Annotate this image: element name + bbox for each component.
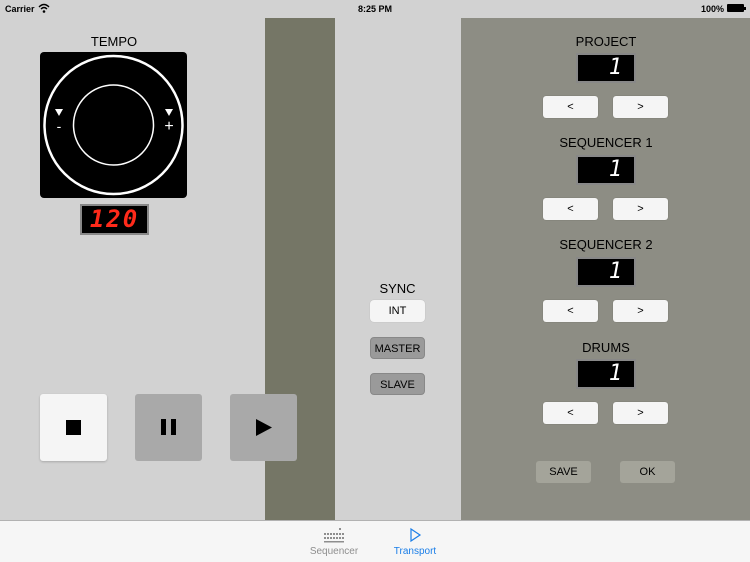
tab-transport[interactable]: Transport [380, 527, 450, 557]
sequencer1-label: SEQUENCER 1 [559, 135, 653, 150]
sync-label: SYNC [379, 281, 416, 296]
project-next-button[interactable]: > [613, 96, 668, 118]
play-button[interactable] [230, 394, 297, 461]
sync-master-button[interactable]: MASTER [370, 337, 425, 359]
sync-int-button[interactable]: INT [370, 300, 425, 322]
pause-icon [161, 419, 176, 435]
sequencer1-display: 1 [576, 155, 636, 185]
drums-next-button[interactable]: > [613, 402, 668, 424]
drums-label: DRUMS [582, 340, 630, 355]
tab-sequencer[interactable]: Sequencer [299, 527, 369, 557]
project-prev-button[interactable]: < [543, 96, 598, 118]
sequencer2-next-button[interactable]: > [613, 300, 668, 322]
tempo-plus: + [164, 118, 173, 135]
stop-icon [66, 420, 81, 435]
tempo-knob[interactable]: - + [40, 52, 187, 198]
sync-slave-button[interactable]: SLAVE [370, 373, 425, 395]
tempo-minus: - [57, 118, 62, 134]
ok-button[interactable]: OK [620, 461, 675, 483]
tempo-display: 120 [80, 204, 149, 235]
play-icon [256, 419, 272, 436]
project-label: PROJECT [575, 34, 637, 49]
project-display: 1 [576, 53, 636, 83]
sequencer2-prev-button[interactable]: < [543, 300, 598, 322]
drums-prev-button[interactable]: < [543, 402, 598, 424]
tempo-down-marker-icon [55, 109, 63, 116]
keyboard-icon [324, 528, 344, 543]
tempo-label: TEMPO [90, 34, 138, 49]
sync-panel [335, 18, 461, 520]
pause-button[interactable] [135, 394, 202, 461]
stop-button[interactable] [40, 394, 107, 461]
tab-bar: Sequencer Transport [0, 520, 750, 562]
battery-percent: 100% [700, 4, 724, 14]
sequencer1-prev-button[interactable]: < [543, 198, 598, 220]
sequencer1-next-button[interactable]: > [613, 198, 668, 220]
save-button[interactable]: SAVE [536, 461, 591, 483]
tab-sequencer-label: Sequencer [309, 546, 359, 557]
drums-display: 1 [576, 359, 636, 389]
status-bar: Carrier 8:25 PM 100% [0, 0, 750, 18]
tempo-up-marker-icon [165, 109, 173, 116]
tab-transport-label: Transport [393, 546, 437, 557]
sequencer2-label: SEQUENCER 2 [559, 237, 653, 252]
battery-icon [727, 4, 746, 12]
sequencer2-display: 1 [576, 257, 636, 287]
clock: 8:25 PM [357, 4, 392, 14]
play-triangle-icon [410, 527, 422, 543]
